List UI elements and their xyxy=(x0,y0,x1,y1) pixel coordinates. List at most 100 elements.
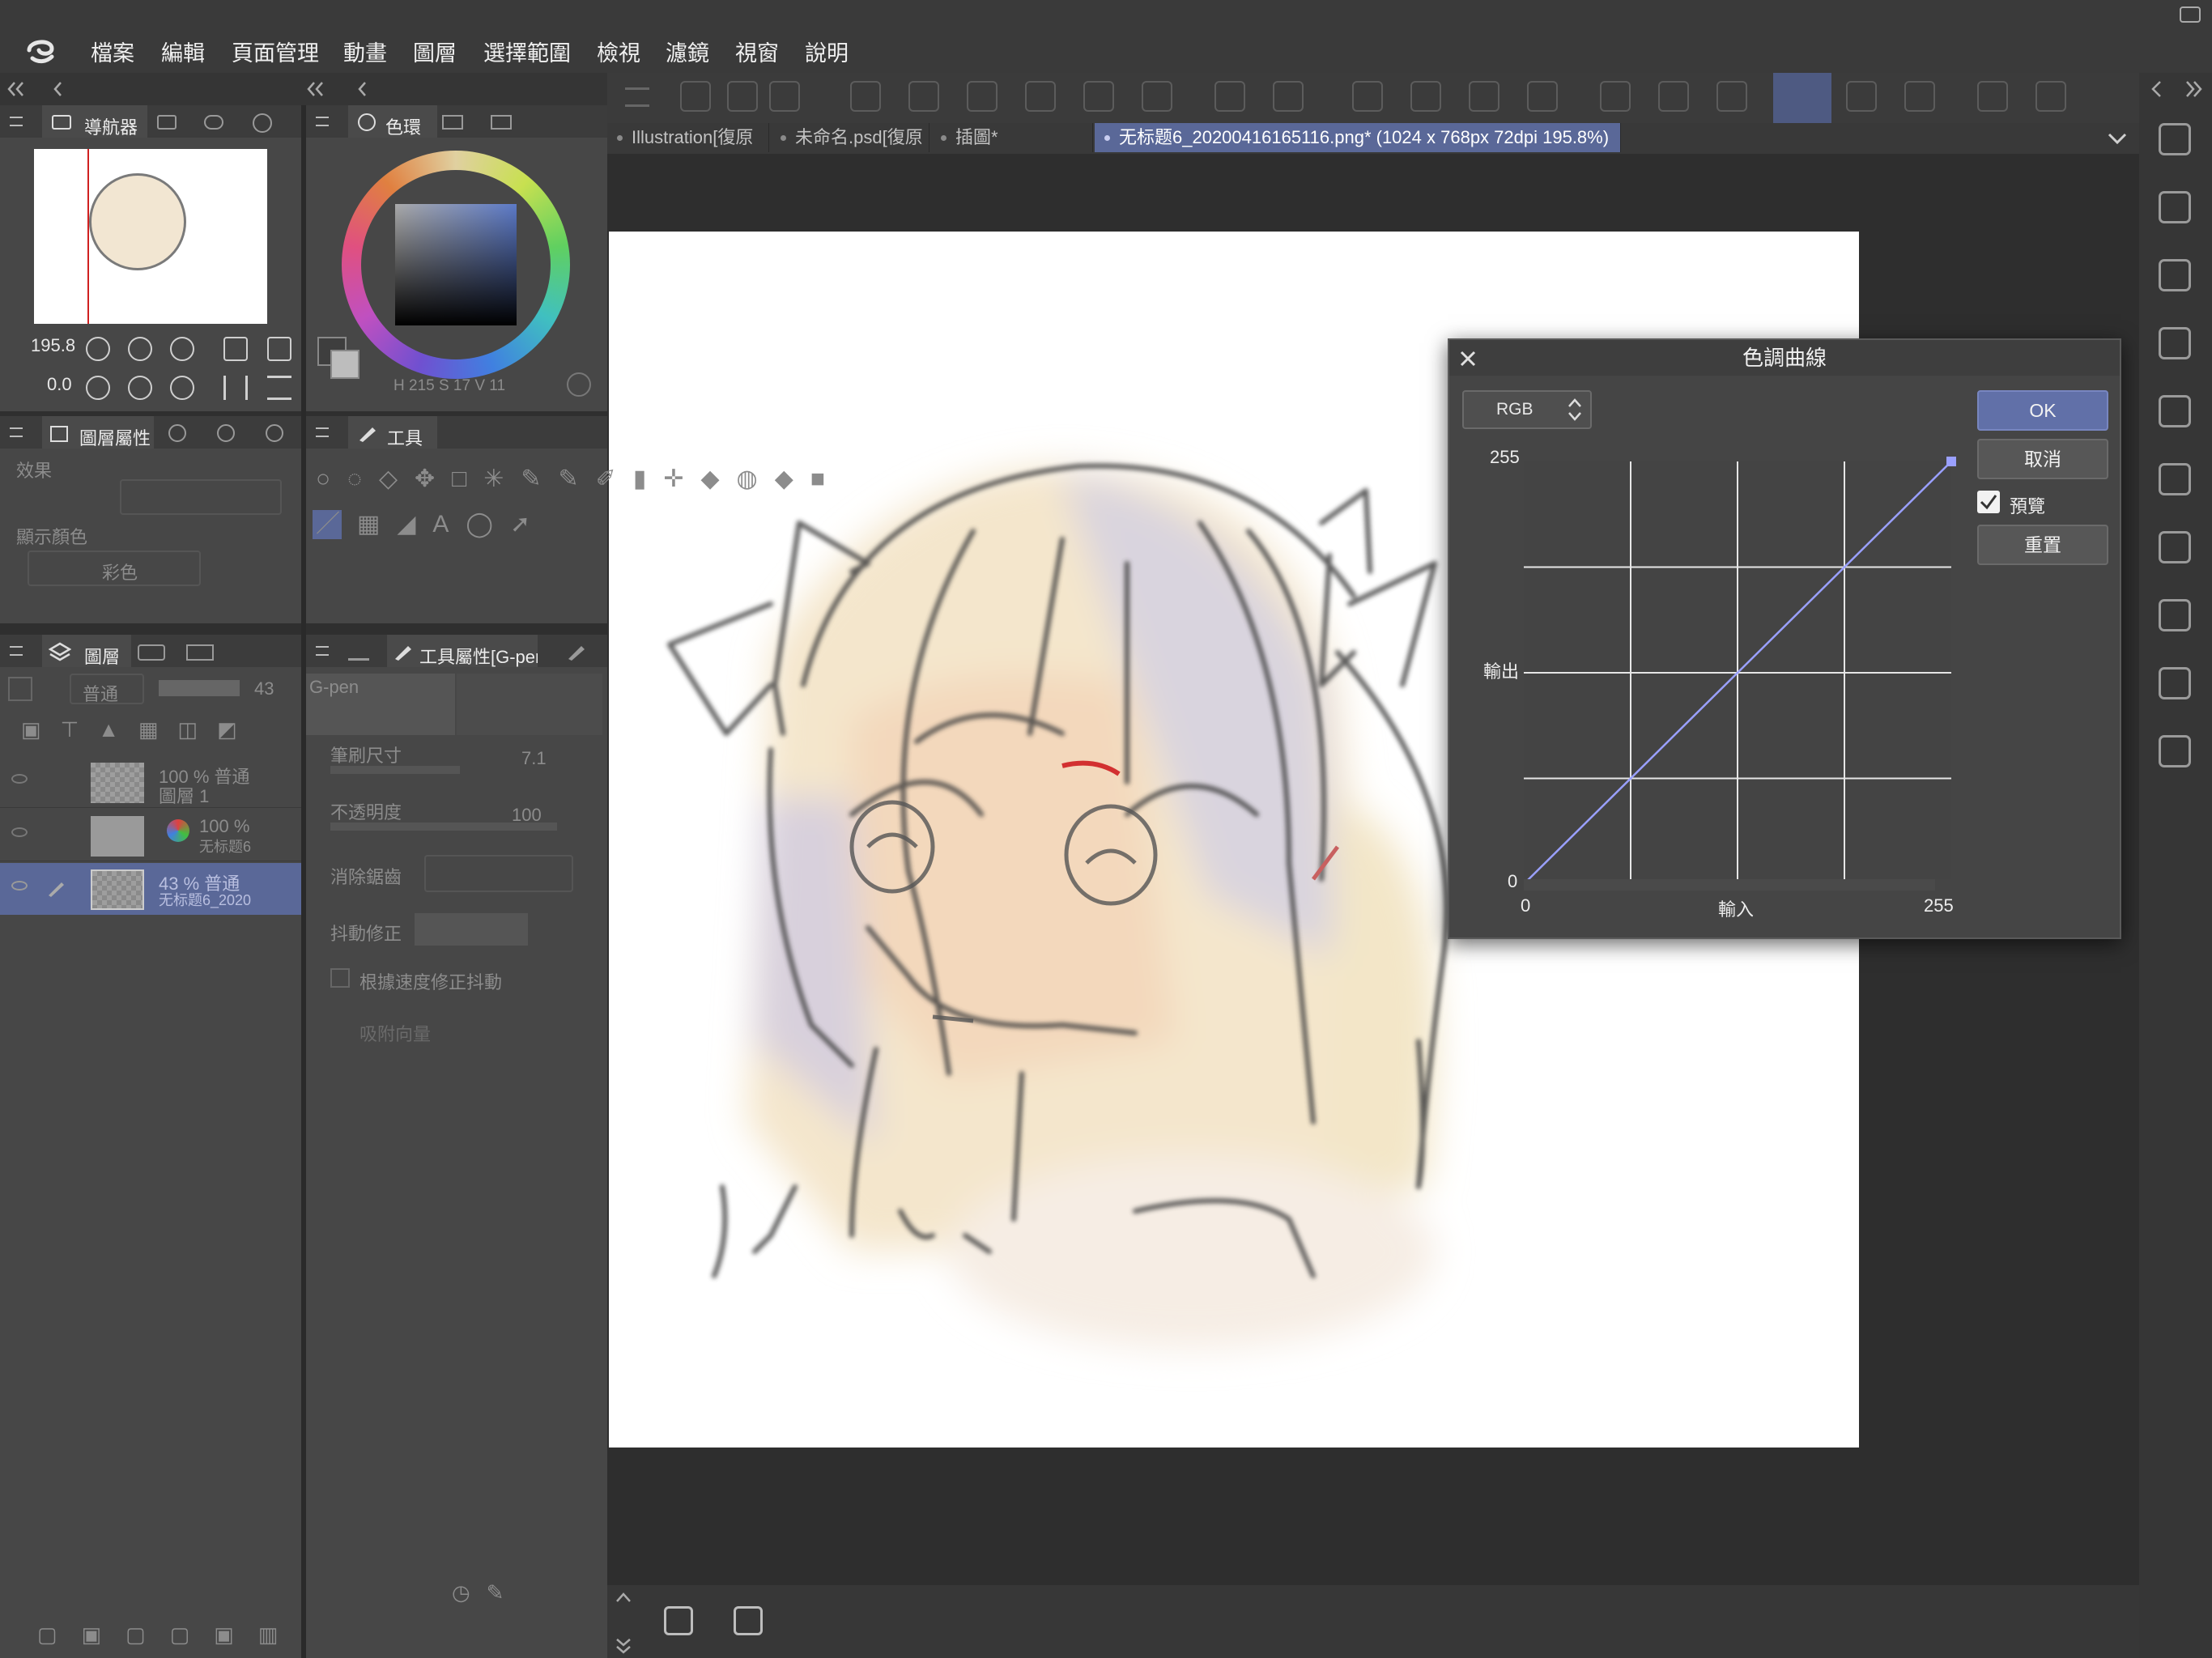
chevron-up-icon[interactable] xyxy=(615,1592,632,1603)
menu-file[interactable]: 檔案 xyxy=(91,36,134,67)
flip-vertical-icon[interactable] xyxy=(267,376,291,400)
chevron-double-left-icon[interactable] xyxy=(6,81,26,97)
brush-size-slider[interactable] xyxy=(330,766,460,774)
blend-mode-select[interactable]: 普通 xyxy=(70,674,144,704)
scroll-icon[interactable] xyxy=(727,81,758,112)
chevron-double-right-icon[interactable] xyxy=(2184,79,2204,99)
panel-menu-icon[interactable] xyxy=(10,646,23,656)
menu-view[interactable]: 檢視 xyxy=(597,36,640,67)
curve-plot[interactable] xyxy=(1521,444,1956,879)
tab-layer-property[interactable]: 圖層屬性 xyxy=(42,416,154,449)
transform-icon[interactable] xyxy=(1527,81,1558,112)
tab-illustration-2[interactable]: 插圖* xyxy=(931,123,1093,152)
panel-menu-icon[interactable] xyxy=(10,117,23,126)
menu-animation[interactable]: 動畫 xyxy=(343,36,387,67)
redo-icon[interactable] xyxy=(1273,81,1304,112)
chevron-left-icon[interactable] xyxy=(2149,79,2163,99)
sidebar-toggle-icon[interactable] xyxy=(664,1606,693,1635)
paste-icon[interactable] xyxy=(1083,81,1114,112)
cloud-icon[interactable] xyxy=(1977,81,2008,112)
eye-icon[interactable] xyxy=(11,881,28,891)
tool-icons-grid[interactable]: ○◌◇✥□✳✎✎✐▮✛◆◍◆■／▦◢A◯➚ xyxy=(316,457,825,547)
search-tab-icon[interactable] xyxy=(266,424,283,442)
export-icon[interactable] xyxy=(967,81,998,112)
saturation-value-square[interactable] xyxy=(395,204,517,325)
panel-menu-icon[interactable] xyxy=(316,427,329,437)
panel-menu-icon[interactable] xyxy=(316,646,329,656)
timeline-icon[interactable] xyxy=(2159,667,2191,699)
curve-control-point[interactable] xyxy=(1946,457,1956,466)
color-slider-tab-icon[interactable] xyxy=(491,115,512,130)
channel-select[interactable]: RGB xyxy=(1462,390,1592,429)
rotate-left-icon[interactable] xyxy=(86,376,110,400)
zoom-reset-icon[interactable] xyxy=(170,337,194,361)
tab-active-document[interactable]: 无标题6_20200416165116.png* (1024 x 768px 7… xyxy=(1095,123,1621,152)
ok-button[interactable]: OK xyxy=(1977,390,2108,431)
antialias-options[interactable] xyxy=(424,855,573,892)
tab-illustration[interactable]: Illustration[復原 xyxy=(607,123,769,152)
layer-color-box[interactable] xyxy=(8,677,32,701)
material-icon[interactable] xyxy=(2159,123,2191,155)
layer-tool-icons[interactable]: ▣⊤▲▦◫◩ xyxy=(21,717,257,742)
snap-grid-icon[interactable] xyxy=(1904,81,1935,112)
auto-action-tab-icon[interactable] xyxy=(217,424,235,442)
copy-icon[interactable] xyxy=(1025,81,1056,112)
new-icon[interactable] xyxy=(680,81,711,112)
brush-size-value[interactable]: 7.1 xyxy=(521,748,547,769)
layer-row[interactable]: 100 % 无标题6 xyxy=(0,810,301,861)
menu-edit[interactable]: 編輯 xyxy=(161,36,205,67)
layer-opacity-slider[interactable] xyxy=(159,680,240,696)
sub-view-icon[interactable] xyxy=(2159,463,2191,495)
info-icon[interactable] xyxy=(253,113,272,133)
tool-property-footer-icons[interactable]: ◷✎ xyxy=(452,1580,520,1605)
clip-icon[interactable] xyxy=(1142,81,1172,112)
layer-row-selected[interactable]: 43 % 普通 无标题6_2020 xyxy=(0,863,301,915)
edit-icon[interactable] xyxy=(2159,599,2191,631)
layer-row[interactable]: 100 % 普通 圖層 1 xyxy=(0,756,301,808)
zoom-out-icon[interactable] xyxy=(86,337,110,361)
rotation-value[interactable]: 0.0 xyxy=(47,374,72,395)
save-icon[interactable] xyxy=(769,81,800,112)
tab-color-wheel[interactable]: 色環 xyxy=(348,105,437,138)
animation-tab-icon[interactable] xyxy=(186,644,214,661)
3d-figure-icon[interactable] xyxy=(2159,735,2191,767)
color-set-tab-icon[interactable] xyxy=(442,115,463,130)
deselect-icon[interactable] xyxy=(1600,81,1631,112)
clear-icon[interactable] xyxy=(1410,81,1441,112)
tab-layers[interactable]: 圖層 xyxy=(42,635,131,667)
fill-icon[interactable] xyxy=(1469,81,1499,112)
invert-selection-icon[interactable] xyxy=(1658,81,1689,112)
menu-layer[interactable]: 圖層 xyxy=(413,36,457,67)
reference-icon[interactable] xyxy=(2159,327,2191,359)
chevron-left-icon[interactable] xyxy=(356,81,368,97)
rotate-right-icon[interactable] xyxy=(128,376,152,400)
chevron-down-icon[interactable] xyxy=(2107,131,2128,146)
hue-ring[interactable] xyxy=(342,151,570,379)
brush-settings-icon[interactable] xyxy=(565,641,586,662)
loading-icon[interactable] xyxy=(1352,81,1383,112)
menu-icon[interactable] xyxy=(625,87,649,107)
chevron-double-down-icon[interactable] xyxy=(615,1637,632,1655)
folder-icon[interactable] xyxy=(908,81,939,112)
item-bank-icon[interactable] xyxy=(2159,531,2191,563)
rotate-reset-icon[interactable] xyxy=(170,376,194,400)
layer-footer-icons[interactable]: ▢▣▢▢▣▥ xyxy=(37,1622,302,1647)
tab-untitled-psd[interactable]: 未命名.psd[復原 xyxy=(771,123,929,152)
navigator-preview[interactable] xyxy=(34,149,267,324)
undo-history-tab-icon[interactable] xyxy=(138,644,165,661)
zoom-in-icon[interactable] xyxy=(128,337,152,361)
layer-property-icon[interactable] xyxy=(2159,191,2191,223)
effect-buttons[interactable] xyxy=(120,479,282,515)
selection-icon[interactable] xyxy=(1716,81,1747,112)
panel-menu-icon[interactable] xyxy=(10,427,23,437)
sub-color-swatch[interactable] xyxy=(330,350,359,379)
sub-tool-tab-icon[interactable] xyxy=(348,643,369,661)
tab-tool[interactable]: 工具 xyxy=(348,416,437,449)
download-icon[interactable] xyxy=(2159,259,2191,291)
display-color-select[interactable]: 彩色 xyxy=(28,551,201,586)
eye-icon[interactable] xyxy=(11,827,28,837)
eye-icon[interactable] xyxy=(11,774,28,784)
color-mode-icon[interactable] xyxy=(567,372,591,397)
fill-screen-icon[interactable] xyxy=(267,337,291,361)
chevron-left-icon[interactable] xyxy=(52,81,63,97)
